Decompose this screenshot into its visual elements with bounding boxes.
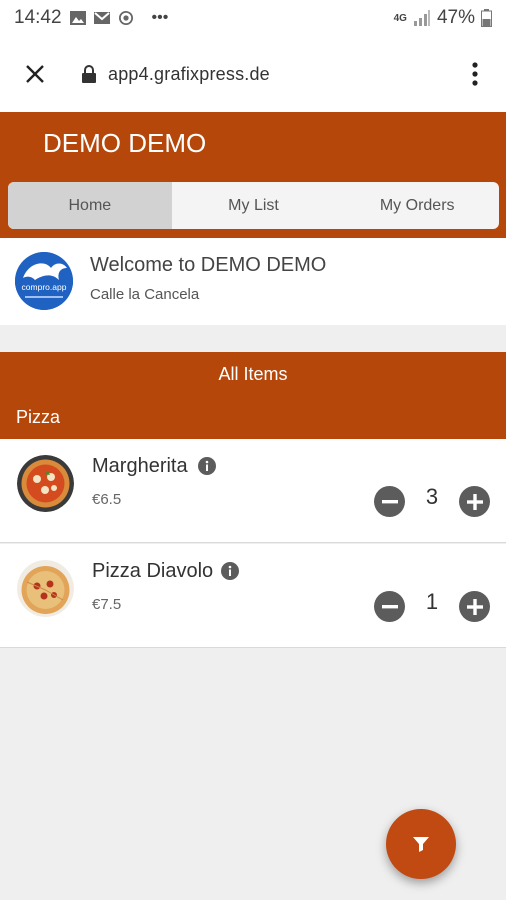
tab-home[interactable]: Home [8,182,172,229]
filter-icon [413,837,429,852]
list-item: Margherita €6.5 3 [0,439,506,543]
browser-toolbar: app4.grafixpress.de [0,36,506,112]
info-icon[interactable] [198,457,216,475]
more-notifications-icon: ••• [151,9,169,26]
shop-address: Calle la Cancela [90,286,200,303]
decrease-quantity-button[interactable] [374,486,405,517]
decrease-quantity-button[interactable] [374,591,405,622]
battery-icon [481,9,492,27]
info-icon[interactable] [221,562,239,580]
tab-my-orders[interactable]: My Orders [335,182,499,229]
increase-quantity-button[interactable] [459,486,490,517]
quantity-value: 1 [425,589,439,614]
welcome-title: Welcome to DEMO DEMO [90,254,327,276]
product-image [17,560,74,617]
more-vert-icon [472,62,478,86]
plus-icon [466,598,483,615]
gallery-icon [69,11,86,25]
plus-icon [466,493,483,510]
tab-bar: Home My List My Orders [8,182,499,229]
signal-icon [413,10,430,26]
mail-icon [93,12,110,24]
url-field[interactable]: app4.grafixpress.de [108,64,270,85]
product-image [17,455,74,512]
product-name: Pizza Diavolo [92,560,214,582]
page-title: DEMO DEMO [43,128,207,158]
app-header: DEMO DEMO Home My List My Orders [0,112,506,238]
list-item: Pizza Diavolo €7.5 1 [0,544,506,648]
category-label: Pizza [16,407,61,427]
product-price: €7.5 [92,596,122,613]
logo-text: compro.app [22,282,67,292]
browser-menu-button[interactable] [444,36,506,112]
network-label: 4G [393,12,407,24]
quantity-value: 3 [425,484,439,509]
section-title: All Items [218,364,288,384]
minus-icon [381,604,398,608]
filter-button[interactable] [386,809,456,879]
product-price: €6.5 [92,491,122,508]
close-icon [26,65,44,83]
battery-percent: 47% [436,7,475,28]
status-bar: 14:42 ••• 4G 47% [0,0,506,36]
shop-logo: compro.app [15,252,73,310]
lock-icon [82,65,96,83]
welcome-card: compro.app Welcome to DEMO DEMO Calle la… [0,238,506,325]
product-name: Margherita [92,455,188,477]
items-header: All Items Pizza [0,352,506,439]
minus-icon [381,499,398,503]
tab-my-list[interactable]: My List [172,182,336,229]
increase-quantity-button[interactable] [459,591,490,622]
status-time: 14:42 [14,7,62,28]
close-tab-button[interactable] [0,36,70,112]
chrome-icon [118,11,133,25]
